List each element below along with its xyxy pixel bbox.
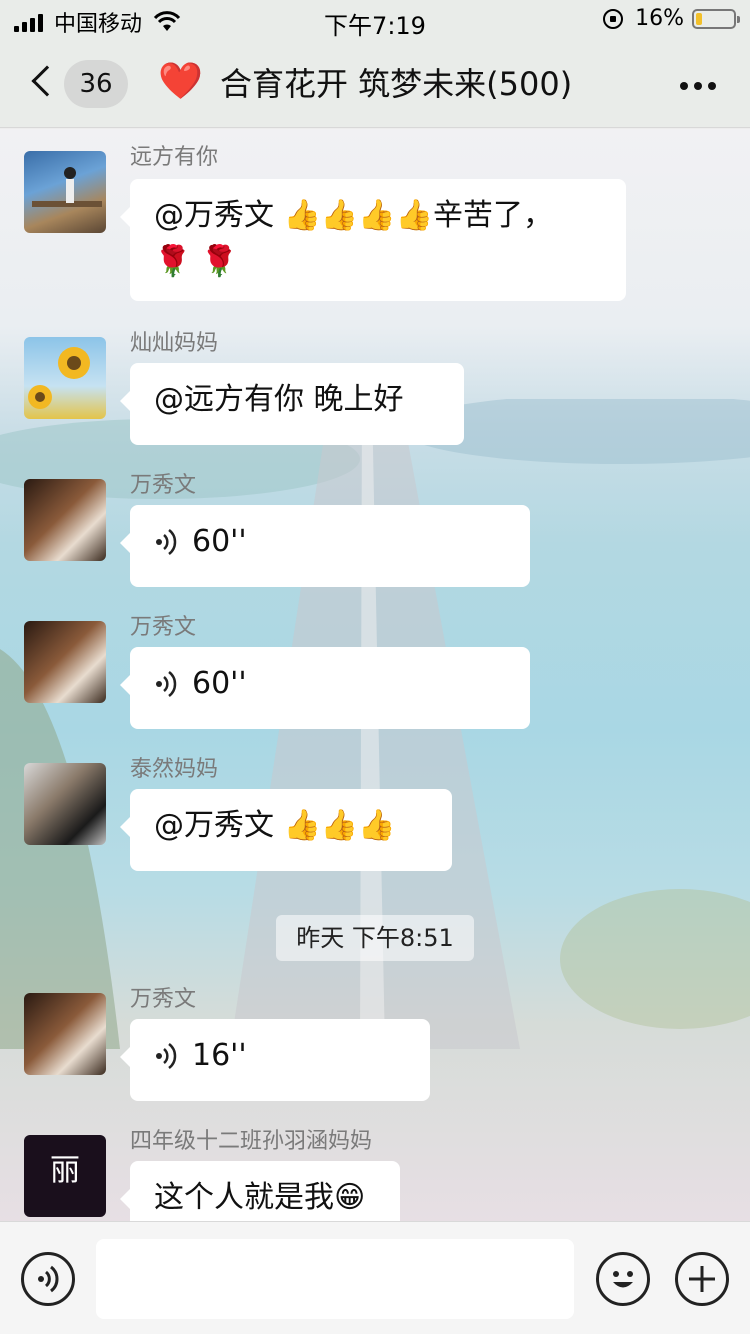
voice-icon — [38, 1265, 59, 1293]
sender-name: 万秀文 — [130, 987, 197, 1012]
voice-message-bubble[interactable]: 60'' — [120, 505, 530, 587]
chat-header: 36 ❤️ 合育花开 筑梦未来(500) — [0, 40, 750, 128]
chat-title[interactable]: 合育花开 筑梦未来(500) — [220, 62, 572, 106]
avatar[interactable] — [24, 337, 106, 419]
battery-icon — [692, 8, 740, 29]
sender-name: 万秀文 — [130, 473, 197, 498]
add-icon — [689, 1266, 715, 1292]
emoji-button[interactable] — [596, 1252, 650, 1306]
avatar[interactable] — [24, 621, 106, 703]
more-options-icon[interactable] — [674, 82, 716, 90]
message-text: @万秀文 👍👍👍👍辛苦了， — [154, 198, 553, 233]
voice-message-bubble[interactable]: 60'' — [120, 647, 530, 729]
sender-name: 远方有你 — [130, 145, 219, 170]
voice-input-button[interactable] — [21, 1252, 75, 1306]
sender-name: 四年级十二班孙羽涵妈妈 — [130, 1129, 373, 1154]
avatar[interactable] — [24, 763, 106, 845]
sender-name: 万秀文 — [130, 615, 197, 640]
avatar-text: 丽 — [50, 1153, 80, 1188]
sender-name: 灿灿妈妈 — [130, 331, 219, 356]
add-button[interactable] — [675, 1252, 729, 1306]
message-input[interactable] — [96, 1239, 574, 1319]
emoji-icon — [613, 1271, 633, 1288]
message-text: @远方有你 晚上好 — [154, 382, 404, 417]
voice-duration: 60'' — [192, 524, 247, 559]
heart-icon: ❤️ — [158, 61, 203, 102]
avatar[interactable] — [24, 479, 106, 561]
battery-percent: 16% — [635, 6, 684, 31]
avatar[interactable] — [24, 993, 106, 1075]
back-arrow-icon[interactable] — [31, 65, 63, 97]
message-list[interactable]: 远方有你 @万秀文 👍👍👍👍辛苦了， 🌹 🌹 灿灿妈妈 @远方有你 晚上好 万秀… — [0, 129, 750, 1221]
input-bar — [0, 1221, 750, 1334]
message-text: @万秀文 👍👍👍 — [154, 808, 396, 843]
avatar[interactable]: 丽 — [24, 1135, 106, 1217]
status-bar: 中国移动 下午7:19 16% — [0, 0, 750, 40]
message-bubble[interactable]: @万秀文 👍👍👍👍辛苦了， 🌹 🌹 — [120, 179, 626, 301]
voice-duration: 16'' — [192, 1038, 247, 1073]
timestamp-divider: 昨天 下午8:51 — [276, 915, 474, 961]
voice-wave-icon — [156, 529, 177, 555]
message-bubble[interactable]: @万秀文 👍👍👍 — [120, 789, 452, 871]
status-right: 16% — [603, 6, 740, 31]
battery-fill — [696, 12, 702, 25]
message-bubble[interactable]: @远方有你 晚上好 — [120, 363, 464, 445]
voice-message-bubble[interactable]: 16'' — [120, 1019, 430, 1101]
message-text: 这个人就是我😁 — [154, 1180, 366, 1215]
voice-wave-icon — [156, 671, 177, 697]
unread-count-badge[interactable]: 36 — [64, 60, 128, 108]
message-text-line2: 🌹 🌹 — [154, 244, 239, 279]
rotation-lock-icon — [603, 8, 624, 29]
sender-name: 泰然妈妈 — [130, 757, 219, 782]
voice-duration: 60'' — [192, 666, 247, 701]
message-bubble[interactable]: 这个人就是我😁 — [120, 1161, 400, 1221]
avatar[interactable] — [24, 151, 106, 233]
voice-wave-icon — [156, 1043, 177, 1069]
